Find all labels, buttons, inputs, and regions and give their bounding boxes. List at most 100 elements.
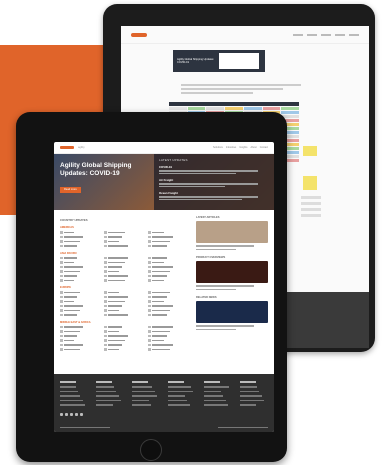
country-link[interactable]: [104, 244, 144, 248]
footer-link[interactable]: [132, 386, 153, 388]
brand-logo[interactable]: [60, 146, 74, 149]
country-link[interactable]: [60, 334, 100, 338]
country-link[interactable]: [148, 304, 188, 308]
nav-link[interactable]: About: [251, 146, 257, 149]
footer-link[interactable]: [132, 399, 149, 401]
hero-cta-button[interactable]: Read more: [60, 186, 81, 193]
country-link[interactable]: [148, 261, 188, 264]
footer-link[interactable]: [96, 399, 121, 401]
country-link[interactable]: [60, 313, 100, 317]
footer-link[interactable]: [168, 404, 190, 406]
footer-link[interactable]: [60, 399, 83, 401]
social-icon[interactable]: [60, 412, 63, 416]
country-link[interactable]: [148, 244, 188, 248]
country-link[interactable]: [60, 295, 100, 299]
country-link[interactable]: [148, 330, 188, 333]
footer-link[interactable]: [240, 399, 264, 401]
country-link[interactable]: [104, 291, 144, 294]
footer-link[interactable]: [240, 386, 257, 388]
country-link[interactable]: [104, 295, 144, 299]
sidebar-card[interactable]: RELATED NEWS: [196, 296, 268, 330]
nav-link[interactable]: Contact: [260, 146, 268, 149]
latest-update-item[interactable]: Air Freight: [159, 178, 269, 187]
country-link[interactable]: [104, 348, 144, 351]
country-link[interactable]: [60, 270, 100, 273]
sidebar-card[interactable]: PRODUCT OVERVIEWS: [196, 256, 268, 290]
country-link[interactable]: [148, 309, 188, 312]
country-link[interactable]: [60, 256, 100, 260]
country-link[interactable]: [148, 265, 188, 269]
footer-link[interactable]: [96, 395, 119, 397]
footer-link[interactable]: [168, 395, 185, 397]
country-link[interactable]: [148, 279, 188, 282]
footer-link[interactable]: [60, 390, 78, 392]
social-icon[interactable]: [65, 412, 68, 416]
footer-link[interactable]: [96, 386, 114, 388]
footer-link[interactable]: [60, 386, 76, 388]
country-link[interactable]: [148, 325, 188, 329]
footer-link[interactable]: [96, 390, 117, 392]
country-link[interactable]: [148, 300, 188, 303]
country-link[interactable]: [104, 313, 144, 317]
country-link[interactable]: [60, 265, 100, 269]
country-link[interactable]: [104, 256, 144, 260]
home-button[interactable]: [140, 439, 162, 461]
country-link[interactable]: [104, 265, 144, 269]
country-link[interactable]: [148, 295, 188, 299]
country-link[interactable]: [60, 291, 100, 294]
footer-link[interactable]: [168, 390, 193, 392]
country-link[interactable]: [104, 240, 144, 243]
country-link[interactable]: [60, 309, 100, 312]
country-link[interactable]: [148, 235, 188, 239]
social-icon[interactable]: [75, 412, 78, 416]
social-icon[interactable]: [80, 412, 83, 416]
country-link[interactable]: [60, 240, 100, 243]
country-link[interactable]: [148, 231, 188, 234]
country-link[interactable]: [104, 309, 144, 312]
country-link[interactable]: [60, 244, 100, 248]
country-link[interactable]: [60, 300, 100, 303]
country-link[interactable]: [60, 231, 100, 234]
nav-link[interactable]: Insights: [239, 146, 247, 149]
country-link[interactable]: [104, 274, 144, 278]
country-link[interactable]: [104, 300, 144, 303]
country-link[interactable]: [104, 343, 144, 347]
footer-link[interactable]: [204, 386, 229, 388]
latest-update-item[interactable]: COVID-19: [159, 165, 269, 174]
country-link[interactable]: [60, 339, 100, 342]
country-link[interactable]: [148, 270, 188, 273]
country-link[interactable]: [148, 334, 188, 338]
footer-link[interactable]: [60, 395, 81, 397]
country-link[interactable]: [104, 325, 144, 329]
country-link[interactable]: [60, 343, 100, 347]
country-link[interactable]: [148, 339, 188, 342]
country-link[interactable]: [104, 330, 144, 333]
footer-link[interactable]: [132, 404, 152, 406]
country-link[interactable]: [148, 274, 188, 278]
footer-link[interactable]: [204, 399, 226, 401]
footer-link[interactable]: [204, 404, 228, 406]
country-link[interactable]: [148, 348, 188, 351]
nav-link[interactable]: Industries: [226, 146, 236, 149]
country-link[interactable]: [104, 235, 144, 239]
country-link[interactable]: [104, 231, 144, 234]
footer-link[interactable]: [132, 390, 155, 392]
nav-link[interactable]: Solutions: [213, 146, 223, 149]
footer-link[interactable]: [240, 404, 256, 406]
country-link[interactable]: [148, 313, 188, 317]
footer-link[interactable]: [96, 404, 113, 406]
country-link[interactable]: [104, 261, 144, 264]
country-link[interactable]: [148, 240, 188, 243]
country-link[interactable]: [60, 348, 100, 351]
footer-link[interactable]: [204, 395, 224, 397]
country-link[interactable]: [60, 330, 100, 333]
footer-link[interactable]: [240, 395, 262, 397]
country-link[interactable]: [60, 304, 100, 308]
footer-link[interactable]: [168, 399, 188, 401]
sidebar-card[interactable]: LATEST ARTICLES: [196, 216, 268, 250]
country-link[interactable]: [60, 274, 100, 278]
footer-link[interactable]: [168, 386, 191, 388]
country-link[interactable]: [148, 343, 188, 347]
footer-link[interactable]: [132, 395, 157, 397]
country-link[interactable]: [148, 256, 188, 260]
